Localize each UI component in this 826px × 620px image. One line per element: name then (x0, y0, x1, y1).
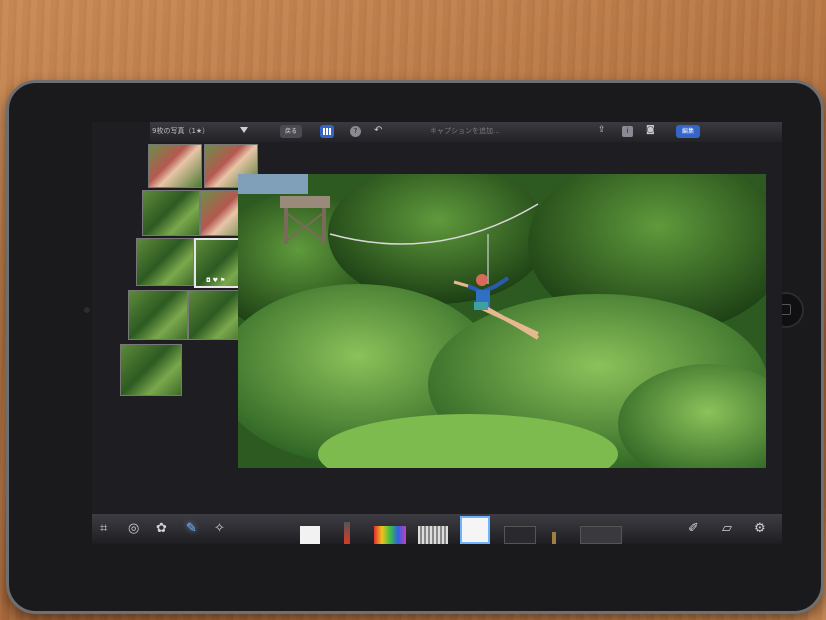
main-photo[interactable] (238, 174, 766, 468)
rainbow-brush[interactable] (374, 526, 406, 544)
camera-icon[interactable]: ◙ (646, 125, 655, 135)
ipad-screen: 9枚の写真（1★） 戻る ? ↶ キャプションを追加... ⇪ i ◙ 編集 ◘… (92, 122, 782, 544)
red-brush[interactable] (344, 522, 350, 544)
thumbnail[interactable] (148, 144, 202, 188)
front-camera (84, 307, 90, 313)
thumbnail[interactable] (128, 290, 188, 340)
eraser-icon[interactable]: ▱ (722, 521, 732, 536)
thumbnail-status-icons: ◘ ♥ ⚑ (206, 277, 226, 284)
sky (238, 174, 308, 194)
dark-brush[interactable] (504, 526, 536, 544)
thumbnail-strip: ◘ ♥ ⚑ (120, 144, 258, 396)
pencil-brush[interactable] (552, 532, 556, 544)
info-icon[interactable]: i (622, 126, 633, 137)
caption-input[interactable]: キャプションを追加... (430, 126, 570, 138)
thumbnail[interactable] (136, 238, 194, 286)
crop-icon[interactable]: ⌗ (100, 521, 107, 536)
bottom-toolbar: ⌗ ◎ ✿ ✎ ✧ ✐ ▱ ⚙ (92, 514, 782, 544)
gray-brush[interactable] (580, 526, 622, 544)
striped-brush[interactable] (418, 526, 448, 544)
edit-button[interactable]: 編集 (676, 125, 700, 138)
white-brush[interactable] (300, 526, 320, 544)
album-title[interactable]: 9枚の写真（1★） (152, 126, 209, 136)
top-toolbar: 9枚の写真（1★） 戻る ? ↶ キャプションを追加... ⇪ i ◙ 編集 (150, 122, 782, 142)
brushes-icon[interactable]: ✎ (186, 521, 197, 536)
gear-icon[interactable]: ⚙ (754, 521, 766, 536)
thumbnail[interactable] (120, 344, 182, 396)
selected-brush[interactable] (460, 516, 490, 544)
zipline-photo (238, 174, 766, 468)
effects-icon[interactable]: ✧ (214, 521, 225, 536)
chevron-down-icon[interactable] (240, 127, 248, 133)
undo-icon[interactable]: ↶ (374, 125, 382, 136)
back-button[interactable]: 戻る (280, 125, 302, 138)
grid-view-icon[interactable] (320, 125, 334, 138)
thumbnail[interactable] (142, 190, 200, 236)
help-icon[interactable]: ? (350, 126, 361, 137)
share-icon[interactable]: ⇪ (598, 125, 606, 135)
color-palette-icon[interactable]: ✿ (156, 521, 167, 536)
exposure-icon[interactable]: ◎ (128, 521, 139, 536)
paint-brush-icon[interactable]: ✐ (688, 521, 699, 536)
